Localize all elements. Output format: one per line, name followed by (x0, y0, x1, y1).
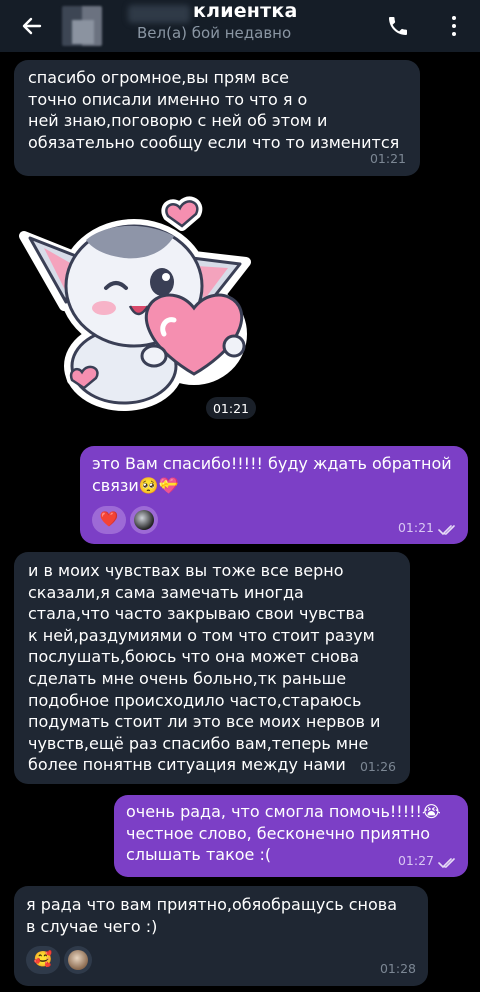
message-time: 01:26 (359, 759, 396, 775)
message-text: это Вам спасибо!!!!! буду ждать обратной… (92, 454, 452, 495)
phone-icon (389, 17, 407, 35)
message-time: 01:28 (379, 961, 416, 977)
contact-name[interactable]: клиентка (193, 0, 297, 22)
double-check-icon (438, 525, 455, 536)
message-text: и в моих чувствах вы тоже все верно сказ… (28, 561, 381, 775)
back-button[interactable] (14, 8, 50, 44)
contact-status: Вел(а) бой недавно (137, 24, 292, 42)
message-time: 01:21 (369, 151, 406, 167)
reaction-avatar[interactable] (64, 946, 92, 974)
reaction-smiling-hearts[interactable]: 🥰 (26, 946, 60, 974)
chat-header: клиентка Вел(а) бой недавно (0, 0, 480, 52)
cat-sticker-illustration (19, 196, 251, 411)
message-incoming[interactable]: и в моих чувствах вы тоже все верно сказ… (14, 552, 410, 784)
call-button[interactable] (380, 8, 416, 44)
contact-avatar[interactable] (62, 6, 102, 46)
message-incoming[interactable]: я рада что вам приятно,обяобращусь снова… (14, 886, 428, 986)
arrow-left-icon (22, 17, 42, 35)
message-reactions: ❤️ (92, 506, 158, 534)
dot (452, 16, 456, 20)
reaction-heart[interactable]: ❤️ (92, 506, 126, 534)
double-check-icon (438, 858, 455, 869)
message-outgoing[interactable]: очень рада, что смогла помочь!!!!!😭 чест… (114, 795, 468, 877)
dot (452, 32, 456, 36)
message-text: я рада что вам приятно,обяобращусь снова… (26, 895, 397, 936)
sticker-time: 01:21 (206, 397, 256, 419)
message-outgoing[interactable]: это Вам спасибо!!!!! буду ждать обратной… (80, 446, 468, 544)
message-time: 01:27 (397, 853, 434, 869)
name-redaction (128, 5, 190, 23)
cat-with-heart-sticker[interactable] (14, 196, 254, 416)
reactor-avatar (68, 950, 88, 970)
more-options-button[interactable] (440, 8, 468, 44)
message-text: спасибо огромное,вы прям все точно описа… (28, 68, 400, 152)
message-time: 01:21 (397, 520, 434, 536)
dot (452, 24, 456, 28)
reaction-avatar[interactable] (130, 506, 158, 534)
message-incoming[interactable]: спасибо огромное,вы прям все точно описа… (14, 60, 420, 176)
message-reactions: 🥰 (26, 946, 92, 974)
reactor-avatar (134, 510, 154, 530)
